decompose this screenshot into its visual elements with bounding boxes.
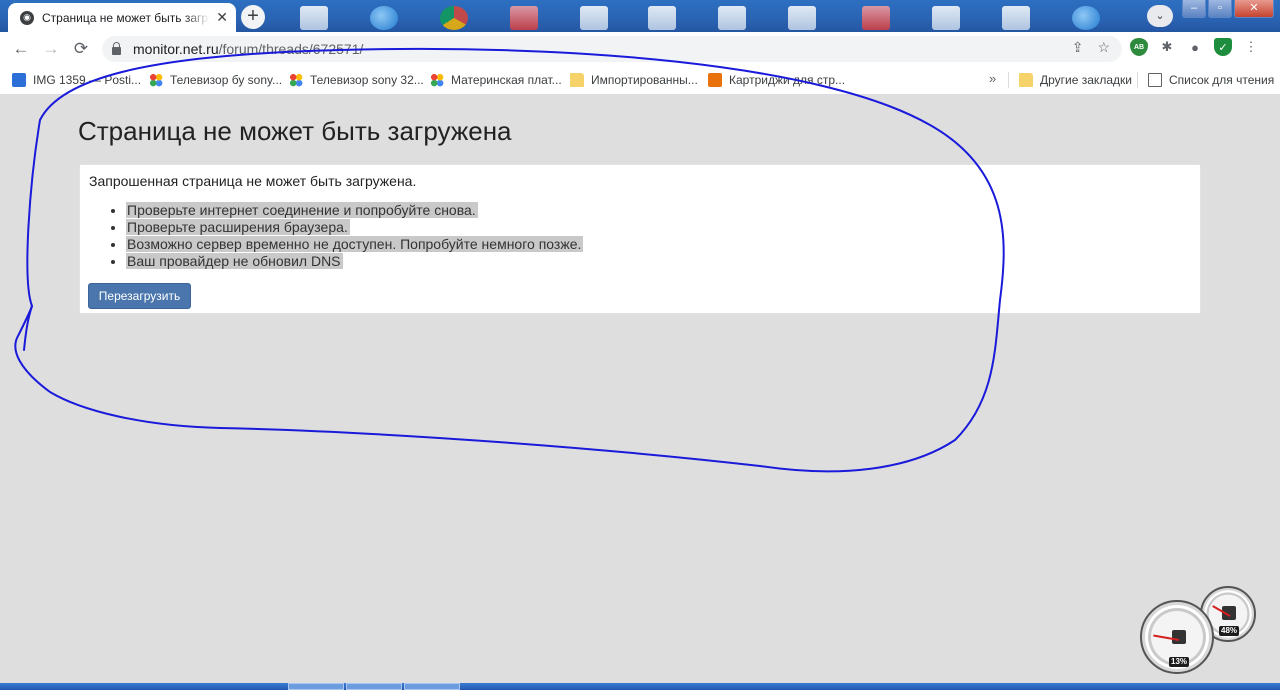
colored-dots-icon (430, 72, 444, 87)
list-item: Ваш провайдер не обновил DNS (126, 253, 583, 270)
folder-icon (1019, 72, 1033, 87)
extensions-puzzle-icon[interactable]: ✱ (1158, 38, 1176, 56)
bookmark-folder[interactable]: Импортированны... (570, 65, 698, 94)
chrome-icon (440, 6, 468, 30)
globe-icon (1072, 6, 1100, 30)
divider (1137, 72, 1138, 88)
desktop-icon (580, 6, 608, 30)
bookmark-item[interactable]: IMG 1359 — Posti... (12, 65, 141, 94)
bookmark-item[interactable]: Материнская плат... (430, 65, 562, 94)
memory-percent: 48% (1219, 626, 1240, 636)
desktop-icon (300, 6, 328, 30)
reload-button[interactable]: Перезагрузить (88, 283, 191, 309)
hand-drawn-circle-annotation (14, 47, 1005, 473)
profile-icon[interactable]: ● (1186, 38, 1204, 56)
reading-list-icon (1148, 72, 1162, 87)
tab-strip: ◉ Страница не может быть загружена ✕ + ⌄… (0, 0, 1280, 32)
extensions-area: AB ✱ ● ✓ ⋮ (1130, 38, 1260, 56)
back-button[interactable]: ← (6, 39, 36, 59)
adblock-icon[interactable]: AB (1130, 38, 1148, 56)
globe-favicon-icon: ◉ (20, 10, 34, 25)
ie-globe-icon (370, 6, 398, 30)
cpu-icon (1172, 630, 1186, 644)
cpu-gauge-gadget[interactable]: 13% (1140, 600, 1214, 674)
new-tab-button[interactable]: + (241, 5, 265, 29)
minimize-button[interactable]: – (1182, 0, 1206, 18)
annotation-stroke-tail (23, 305, 33, 351)
close-window-button[interactable]: ✕ (1234, 0, 1274, 18)
list-item: Возможно сервер временно не доступен. По… (126, 236, 584, 253)
desktop-icon (648, 6, 676, 30)
bookmark-item[interactable]: Телевизор sony 32... (289, 65, 424, 94)
lock-icon[interactable] (112, 41, 121, 55)
url-text[interactable]: monitor.net.ru/forum/threads/672571/ (133, 41, 363, 57)
postimage-icon (12, 72, 26, 87)
forward-button[interactable]: → (36, 39, 66, 59)
taskbar-item[interactable] (346, 683, 402, 690)
windows-taskbar (0, 683, 1280, 690)
other-bookmarks-folder[interactable]: Другие закладки (1019, 65, 1132, 94)
colored-dots-icon (289, 72, 303, 87)
power-icon (862, 6, 890, 30)
list-item: Проверьте интернет соединение и попробуй… (126, 202, 583, 219)
taskbar-item[interactable] (404, 683, 460, 690)
reload-icon[interactable]: ⟳ (66, 39, 96, 59)
reasons-list: Проверьте интернет соединение и попробуй… (126, 202, 584, 270)
bookmarks-bar: IMG 1359 — Posti... Телевизор бу sony...… (0, 65, 1280, 95)
desktop-icon (1002, 6, 1030, 30)
security-shield-icon[interactable]: ✓ (1214, 38, 1232, 56)
divider (1008, 72, 1009, 88)
taskbar-item[interactable] (288, 683, 344, 690)
bookmark-star-icon[interactable]: ☆ (1097, 39, 1110, 56)
desktop-icon (718, 6, 746, 30)
tab-close-icon[interactable]: ✕ (216, 9, 228, 26)
page-title: Страница не может быть загружена (78, 116, 512, 146)
reading-list-button[interactable]: Список для чтения (1148, 65, 1274, 94)
tab-title: Страница не может быть загружена (42, 10, 210, 25)
desktop-icon (788, 6, 816, 30)
browser-toolbar: ← → ⟳ monitor.net.ru/forum/threads/67257… (0, 32, 1280, 65)
bookmark-item[interactable]: Телевизор бу sony... (149, 65, 282, 94)
address-bar[interactable]: monitor.net.ru/forum/threads/672571/ ⇪ ☆ (102, 36, 1122, 62)
desktop-icon (932, 6, 960, 30)
more-bookmarks-chevron-icon[interactable]: » (989, 71, 996, 86)
browser-menu-icon[interactable]: ⋮ (1242, 38, 1260, 56)
error-message: Запрошенная страница не может быть загру… (89, 173, 417, 189)
maximize-button[interactable]: ▫ (1208, 0, 1232, 18)
folder-icon (570, 72, 584, 87)
cpu-percent: 13% (1169, 657, 1190, 667)
window-controls: – ▫ ✕ (1180, 0, 1274, 18)
error-panel: Запрошенная страница не может быть загру… (79, 164, 1201, 314)
bookmark-item[interactable]: Картриджи для стр... (708, 65, 845, 94)
cartridge-icon (708, 72, 722, 87)
colored-dots-icon (149, 72, 163, 87)
list-item: Проверьте расширения браузера. (126, 219, 583, 236)
active-tab[interactable]: ◉ Страница не может быть загружена ✕ (8, 3, 236, 32)
share-icon[interactable]: ⇪ (1072, 39, 1084, 56)
tab-search-button[interactable]: ⌄ (1147, 5, 1173, 27)
power-icon (510, 6, 538, 30)
